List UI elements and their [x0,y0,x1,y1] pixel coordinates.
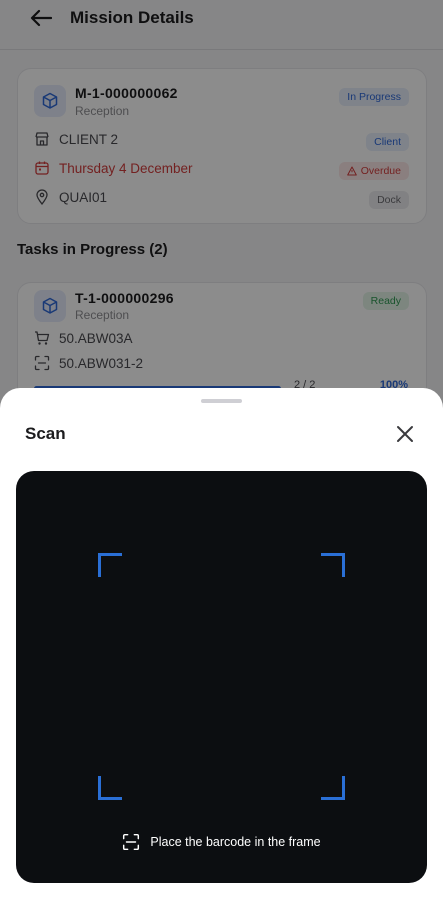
scan-hint: Place the barcode in the frame [16,833,427,851]
frame-corner-bottom-right [321,776,345,800]
drag-handle[interactable] [201,399,242,403]
frame-corner-bottom-left [98,776,122,800]
frame-corner-top-right [321,553,345,577]
scan-hint-text: Place the barcode in the frame [150,835,321,849]
scan-bottom-sheet: Scan Place the barcode in the frame [0,388,443,900]
frame-corner-top-left [98,553,122,577]
close-icon[interactable] [394,423,416,445]
scan-title: Scan [25,424,66,443]
barcode-scan-icon [123,833,140,851]
camera-viewfinder: Place the barcode in the frame [16,471,427,883]
